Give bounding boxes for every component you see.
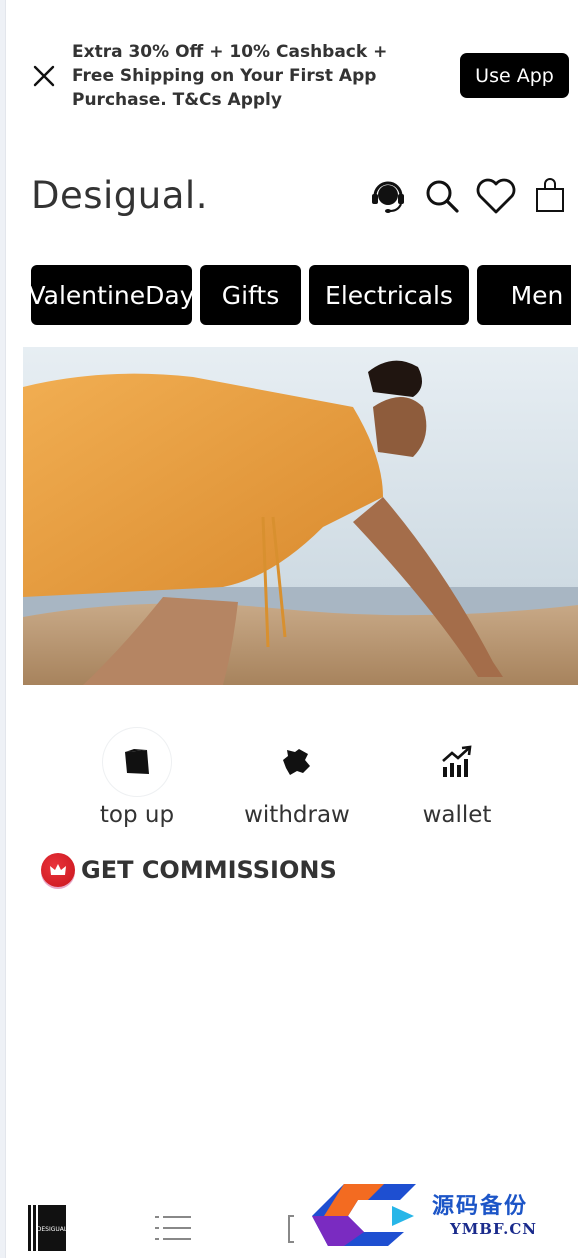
top-up-label: top up: [99, 802, 175, 828]
wallet-actions: top up withdraw wallet: [80, 728, 520, 838]
category-chip-gifts[interactable]: Gifts: [200, 265, 301, 325]
use-app-button[interactable]: Use App: [460, 53, 569, 98]
category-chip-men[interactable]: Men: [477, 265, 571, 325]
wallet-chart-icon: [423, 728, 491, 796]
withdraw-button[interactable]: withdraw: [237, 728, 357, 838]
top-up-icon: [103, 728, 171, 796]
left-edge-rule: [0, 0, 6, 1258]
support-headset-icon[interactable]: [366, 174, 410, 218]
menu-list-icon[interactable]: [155, 1214, 191, 1246]
nav-logo-text: DESIGUAL: [37, 1226, 68, 1233]
home-logo-icon[interactable]: DESIGUAL: [28, 1205, 68, 1255]
heart-icon[interactable]: [474, 174, 518, 218]
wallet-label: wallet: [422, 802, 492, 828]
hero-banner-image[interactable]: [23, 347, 578, 685]
bracket-icon[interactable]: [286, 1214, 298, 1248]
category-chip-electricals[interactable]: Electricals: [309, 265, 469, 325]
watermark-chinese-text: 源码备份: [432, 1193, 529, 1219]
promo-message: Extra 30% Off + 10% Cashback + Free Ship…: [72, 42, 388, 110]
withdraw-label: withdraw: [244, 802, 350, 828]
watermark-glyph: 码: [358, 1203, 382, 1232]
close-icon[interactable]: [30, 62, 58, 90]
search-icon[interactable]: [420, 174, 464, 218]
top-up-button[interactable]: top up: [77, 728, 197, 838]
get-commissions-label: GET COMMISSIONS: [81, 856, 337, 884]
brand-logo[interactable]: Desigual.: [31, 174, 208, 217]
crown-badge-icon: [41, 853, 75, 887]
wallet-button[interactable]: wallet: [397, 728, 517, 838]
get-commissions-link[interactable]: GET COMMISSIONS: [41, 852, 337, 888]
watermark-logo: 码 源码备份 YMBF.CN: [304, 1180, 566, 1250]
app-promo-banner: Extra 30% Off + 10% Cashback + Free Ship…: [26, 40, 571, 112]
withdraw-icon: [263, 728, 331, 796]
header-actions: [366, 174, 572, 218]
category-chips: ValentineDay Gifts Electricals Men: [31, 265, 571, 325]
watermark-domain-text: YMBF.CN: [450, 1220, 538, 1238]
category-chip-valentineday[interactable]: ValentineDay: [31, 265, 195, 325]
shopping-bag-icon[interactable]: [528, 174, 572, 218]
